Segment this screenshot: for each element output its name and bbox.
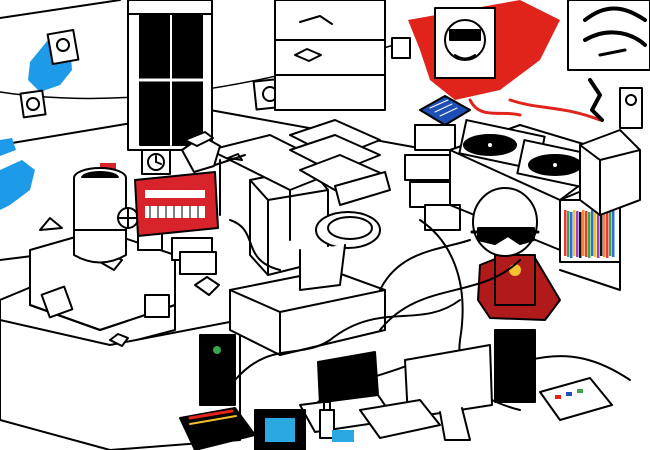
remote[interactable] bbox=[539, 377, 613, 421]
record-spine bbox=[597, 212, 600, 258]
record-spine bbox=[576, 211, 579, 257]
blue-paint-mark bbox=[0, 160, 35, 210]
robot-parts bbox=[181, 131, 221, 173]
photo[interactable] bbox=[19, 89, 47, 119]
record-spine bbox=[606, 212, 609, 258]
speaker[interactable] bbox=[494, 329, 536, 403]
lab-equipment[interactable] bbox=[579, 87, 643, 216]
record-spine bbox=[585, 211, 588, 257]
record-spine bbox=[573, 210, 576, 256]
record-spine bbox=[564, 210, 567, 256]
record-spine bbox=[612, 211, 615, 257]
wall-shelf bbox=[274, 0, 386, 111]
game-scene bbox=[0, 0, 650, 450]
photo[interactable] bbox=[46, 28, 80, 66]
tv-screen[interactable] bbox=[254, 409, 306, 450]
speaker[interactable] bbox=[199, 334, 236, 406]
window[interactable] bbox=[127, 0, 213, 151]
record-spine bbox=[591, 210, 594, 256]
record-spine bbox=[582, 210, 585, 256]
record-spine bbox=[600, 210, 603, 256]
character[interactable] bbox=[470, 187, 561, 321]
photo[interactable] bbox=[391, 37, 411, 59]
blue-paint-mark bbox=[0, 138, 16, 156]
record-spine bbox=[594, 211, 597, 257]
drum-machine[interactable] bbox=[419, 95, 471, 126]
blue-graffiti bbox=[0, 40, 72, 210]
record-spine bbox=[579, 212, 582, 258]
record-spine bbox=[570, 212, 573, 258]
record-spine bbox=[609, 210, 612, 256]
room-illustration bbox=[0, 0, 650, 450]
record-spine bbox=[603, 211, 606, 257]
record-spine bbox=[588, 212, 591, 258]
record-spine bbox=[567, 211, 570, 257]
synthesizer[interactable] bbox=[134, 171, 219, 237]
monitor[interactable] bbox=[359, 344, 493, 441]
